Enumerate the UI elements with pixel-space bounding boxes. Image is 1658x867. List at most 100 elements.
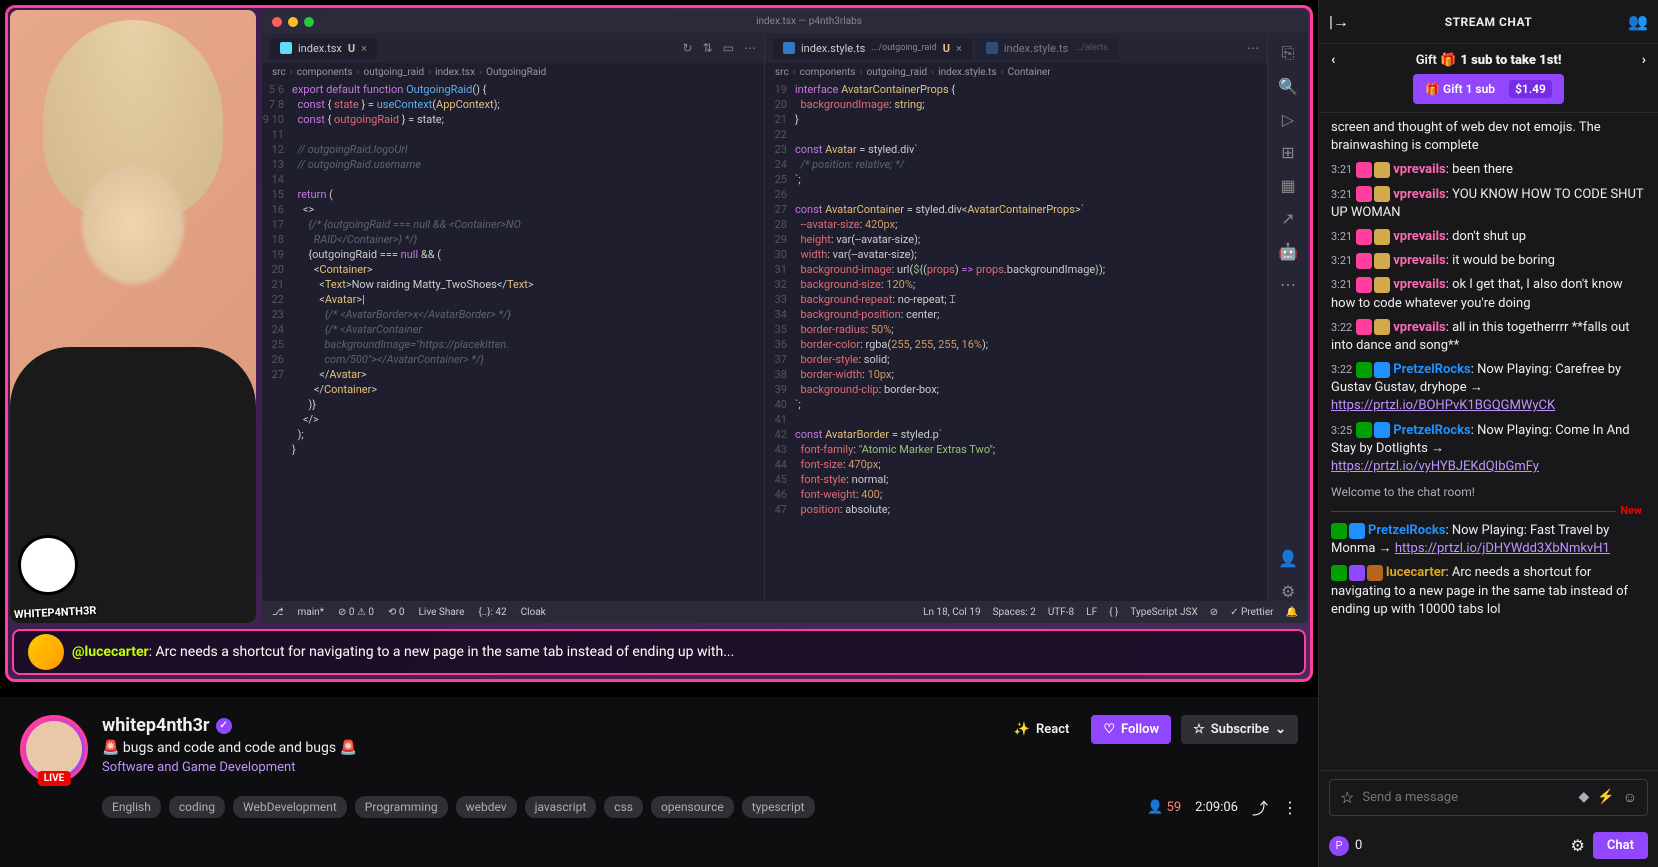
more-icon[interactable]: ⋯ [744, 41, 756, 55]
braces-indicator[interactable]: {..}: 42 [478, 607, 506, 618]
encoding-indicator[interactable]: UTF-8 [1048, 607, 1074, 618]
tab-index-style-ts[interactable]: index.style.ts .../outgoing_raid U × [773, 38, 972, 59]
chat-message: PretzelRocks: Now Playing: Fast Travel b… [1331, 522, 1646, 558]
subscribe-button[interactable]: ☆ Subscribe ⌄ [1181, 715, 1298, 744]
liveshare-indicator[interactable]: Live Share [419, 607, 465, 618]
gift-sub-button[interactable]: 🎁 Gift 1 sub $1.49 [1413, 74, 1564, 104]
spaces-indicator[interactable]: Spaces: 2 [993, 607, 1036, 618]
search-icon[interactable]: 🔍 [1278, 77, 1298, 96]
eslint-indicator[interactable]: ⊘ [1210, 607, 1218, 618]
heart-icon: ♡ [1103, 722, 1115, 737]
tag-coding[interactable]: coding [169, 796, 225, 818]
gift-leaderboard: ‹ Gift 🎁 1 sub to take 1st! › 🎁 Gift 1 s… [1319, 44, 1658, 113]
run-icon[interactable]: ▷ [1282, 110, 1294, 129]
ts-icon [986, 42, 998, 54]
vscode-left-pane: index.tsx U × ↻ ⇅ ▭ ⋯ [262, 33, 765, 601]
tab-index-tsx[interactable]: index.tsx U × [270, 38, 377, 59]
react-button[interactable]: ✨ React [1002, 715, 1082, 744]
tag-typescript[interactable]: typescript [742, 796, 815, 818]
tab-index-style-alerts[interactable]: index.style.ts .../alerts [976, 38, 1118, 59]
vscode-activity-bar: ⎘ 🔍 ▷ ⊞ ▦ ↗ 🤖 ⋯ 👤 ⚙ [1268, 33, 1308, 601]
bell-icon[interactable]: 🔔 [1286, 607, 1298, 618]
featured-chat-message: @lucecarter: Arc needs a shortcut for na… [12, 629, 1306, 675]
follow-button[interactable]: ♡ Follow [1091, 715, 1171, 744]
featured-username: @lucecarter [72, 644, 149, 660]
stream-category[interactable]: Software and Game Development [102, 760, 295, 775]
problems-indicator[interactable]: ⊘ 0 ⚠ 0 [338, 607, 374, 618]
badge-icon[interactable]: ☆ [1340, 788, 1354, 807]
ports-indicator[interactable]: ⟲ 0 [388, 607, 404, 618]
tag-javascript[interactable]: javascript [525, 796, 597, 818]
new-divider: New [1331, 511, 1646, 512]
featured-badge-icon [28, 634, 64, 670]
chat-settings-icon[interactable]: ⚙ [1571, 836, 1585, 855]
chat-messages[interactable]: screen and thought of web dev not emojis… [1319, 113, 1658, 770]
more-icon[interactable]: ⋯ [1280, 275, 1296, 294]
prettier-indicator[interactable]: ✓ Prettier [1230, 607, 1273, 618]
chat-input[interactable] [1362, 790, 1570, 805]
tag-opensource[interactable]: opensource [651, 796, 734, 818]
code-editor[interactable]: interface AvatarContainerProps { backgro… [795, 82, 1267, 601]
live-badge: LIVE [38, 771, 71, 786]
cloak-indicator[interactable]: Cloak [521, 607, 546, 618]
gift-next-arrow[interactable]: › [1642, 52, 1646, 68]
webcam-feed: WHITEP4NTH3R [10, 10, 256, 623]
layout-icon[interactable]: ▦ [1280, 176, 1295, 195]
chat-message: lucecarter: Arc needs a shortcut for nav… [1331, 564, 1646, 619]
breadcrumb[interactable]: src › components › outgoing_raid › index… [262, 63, 764, 82]
chat-message: 3:22vprevails: all in this togetherrrr *… [1331, 319, 1646, 355]
bot-icon[interactable]: 🤖 [1278, 242, 1298, 261]
vscode-right-pane: index.style.ts .../outgoing_raid U × ind… [765, 33, 1268, 601]
chat-message: 3:21vprevails: ok I get that, I also don… [1331, 276, 1646, 312]
chat-panel: |→ STREAM CHAT 👥 ‹ Gift 🎁 1 sub to take … [1318, 0, 1658, 867]
split-icon[interactable]: ▭ [723, 41, 734, 55]
share-icon[interactable]: ⤴ [1252, 795, 1268, 819]
language-mode[interactable]: TypeScript JSX [1130, 607, 1197, 618]
close-icon[interactable]: × [361, 42, 367, 55]
community-icon[interactable]: 👥 [1628, 12, 1648, 31]
cheer-icon[interactable]: ◆ [1578, 789, 1589, 806]
featured-text: : Arc needs a shortcut for navigating to… [149, 644, 735, 660]
tags-row: English coding WebDevelopment Programming we… [102, 796, 815, 818]
branch-indicator[interactable]: main* [298, 607, 324, 618]
compare-icon[interactable]: ⇅ [703, 41, 713, 55]
line-gutter: 5 6 7 8 9 10 11 12 13 14 15 16 17 18 19 … [262, 82, 292, 601]
collapse-icon[interactable]: |→ [1329, 12, 1349, 32]
eol-indicator[interactable]: LF [1086, 607, 1097, 618]
chevron-down-icon: ⌄ [1275, 722, 1286, 737]
chat-send-button[interactable]: Chat [1593, 832, 1648, 859]
history-icon[interactable]: ↻ [683, 41, 693, 55]
mac-maximize-icon [304, 17, 314, 27]
react-icon: ✨ [1014, 722, 1030, 737]
tag-WebDevelopment[interactable]: WebDevelopment [233, 796, 347, 818]
breadcrumb[interactable]: src › components › outgoing_raid › index… [765, 63, 1267, 82]
code-editor[interactable]: export default function OutgoingRaid() {… [292, 82, 764, 601]
emote-icon[interactable]: ☺ [1623, 789, 1637, 806]
gear-icon[interactable]: ⚙ [1281, 582, 1295, 601]
channel-name[interactable]: whitep4nth3r [102, 715, 210, 736]
gift-prev-arrow[interactable]: ‹ [1331, 52, 1335, 68]
more-icon[interactable]: ⋯ [1247, 41, 1259, 55]
welcome-message: Welcome to the chat room! [1331, 484, 1646, 501]
channel-points[interactable]: P 0 [1329, 836, 1362, 856]
chat-message: screen and thought of web dev not emojis… [1331, 119, 1646, 155]
channel-avatar[interactable]: LIVE [20, 715, 88, 783]
tag-English[interactable]: English [102, 796, 161, 818]
tag-webdev[interactable]: webdev [456, 796, 517, 818]
copy-icon[interactable]: ⎘ [1282, 43, 1295, 63]
bolt-icon[interactable]: ⚡ [1597, 789, 1614, 806]
ts-icon [783, 42, 795, 54]
remote-icon[interactable]: ⎇ [272, 607, 284, 618]
account-icon[interactable]: 👤 [1278, 549, 1298, 568]
chat-message: 3:21vprevails: it would be boring [1331, 252, 1646, 270]
tag-css[interactable]: css [604, 796, 643, 818]
vscode-status-bar: ⎇ main* ⊘ 0 ⚠ 0 ⟲ 0 Live Share {..}: 42 … [262, 601, 1308, 623]
mac-close-icon [272, 17, 282, 27]
extensions-icon[interactable]: ⊞ [1281, 143, 1294, 162]
language-indicator[interactable]: { } [1109, 607, 1118, 618]
close-icon[interactable]: × [956, 42, 962, 55]
tag-Programming[interactable]: Programming [355, 796, 448, 818]
more-options-icon[interactable]: ⋮ [1282, 798, 1298, 817]
cursor-position[interactable]: Ln 18, Col 19 [923, 607, 980, 618]
share-icon[interactable]: ↗ [1281, 209, 1294, 228]
